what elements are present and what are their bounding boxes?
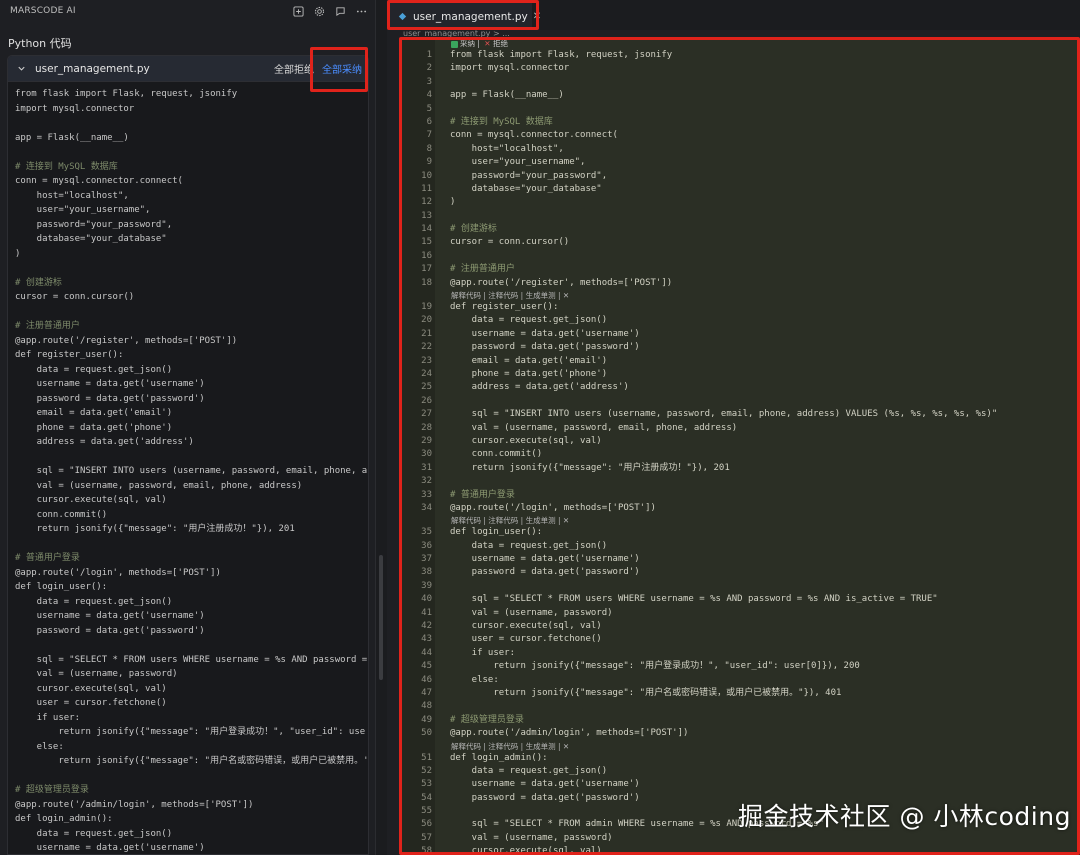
card-code-line [15,305,368,320]
card-code-line: data = request.get_json() [15,828,173,839]
feedback-icon[interactable] [335,6,346,17]
card-code-line: conn = mysql.connector.connect( [15,176,183,186]
card-code-line: ) [15,248,21,259]
reject-all-button[interactable]: 全部拒绝 [274,61,314,76]
card-code-line: def login_user(): [15,582,108,592]
card-code-line: sql = "SELECT * FROM users WHERE usernam… [15,654,368,665]
card-code-line [15,450,368,465]
card-code-line: database="your_database" [15,234,167,244]
card-code-line: return jsonify({"message": "用户名或密码错误，或用户… [15,756,369,766]
tab-highlight [387,0,539,30]
card-code-line [15,769,368,784]
card-code-line [15,116,368,131]
card-code-line: app = Flask(__name__) [15,132,129,143]
card-code-line [15,145,368,160]
card-code-line: email = data.get('email') [15,408,173,418]
chat-topbar: MARSCODE AI [0,0,375,22]
gear-icon[interactable] [314,6,325,17]
card-code-line: username = data.get('username') [15,379,205,389]
left-scrollbar[interactable] [379,555,383,680]
card-code-line: # 超级管理员登录 [15,785,89,795]
card-filename: user_management.py [35,62,150,75]
card-code-line: # 创建游标 [15,277,62,288]
card-code-line: # 注册普通用户 [15,321,80,331]
app-title: MARSCODE AI [10,6,76,16]
card-code-line: return jsonify({"message": "用户注册成功！"}), … [15,524,295,534]
watermark: 掘金技术社区 @ 小林coding [738,802,1071,831]
card-code-line: user="your_username", [15,205,151,215]
card-code-line: # 连接到 MySQL 数据库 [15,161,118,172]
card-code-line: val = (username, password, email, phone,… [15,480,303,491]
card-code-line: address = data.get('address') [15,437,194,447]
card-code-line: return jsonify({"message": "用户登录成功！", "u… [15,727,366,737]
card-code-line: data = request.get_json() [15,596,173,607]
card-code-line: username = data.get('username') [15,611,205,621]
card-code-line: else: [15,741,64,752]
card-code-line: @app.route('/register', methods=['POST']… [15,335,238,346]
chat-panel: MARSCODE AI Python 代码 user_management.py… [0,0,376,855]
card-code-line [15,638,368,653]
topbar-actions [293,5,367,17]
card-code-line: host="localhost", [15,190,129,201]
app-window: MARSCODE AI Python 代码 user_management.py… [0,0,1080,855]
card-code-line: cursor.execute(sql, val) [15,683,167,694]
editor-highlight [399,37,1080,855]
card-code-line: user = cursor.fetchone() [15,698,167,708]
card-code-line: data = request.get_json() [15,364,173,375]
card-code-line: sql = "INSERT INTO users (username, pass… [15,466,368,476]
card-code-line: cursor.execute(sql, val) [15,495,167,505]
card-code-line: password = data.get('password') [15,393,205,404]
card-code-line: def register_user(): [15,350,124,360]
card-code-line: if user: [15,712,81,723]
card-code-line: val = (username, password) [15,669,178,679]
card-code-line [15,261,368,276]
card-code-line: username = data.get('username') [15,843,205,853]
more-icon[interactable] [356,6,367,17]
card-code-line: password = data.get('password') [15,625,205,636]
card-code-line: def login_admin(): [15,814,113,824]
accept-all-highlight [310,47,368,92]
card-code-line: conn.commit() [15,509,108,520]
card-code-line [15,537,368,552]
editor-panel: user_management.py ✕ user_management.py … [387,0,1080,855]
collapse-icon[interactable] [16,63,27,74]
card-code-line: # 普通用户登录 [15,553,80,563]
card-code-line: @app.route('/admin/login', methods=['POS… [15,799,254,810]
card-code-block: from flask import Flask, request, jsonif… [8,82,369,854]
card-code-line: @app.route('/login', methods=['POST']) [15,567,221,578]
card-code-line: cursor = conn.cursor() [15,292,135,302]
card-code-line: import mysql.connector [15,103,135,114]
card-code-line: phone = data.get('phone') [15,422,173,433]
code-suggestion-card: user_management.py 全部拒绝 全部采纳 from flask … [7,55,369,855]
card-code-line: password="your_password", [15,219,173,230]
new-chat-icon[interactable] [293,5,304,17]
